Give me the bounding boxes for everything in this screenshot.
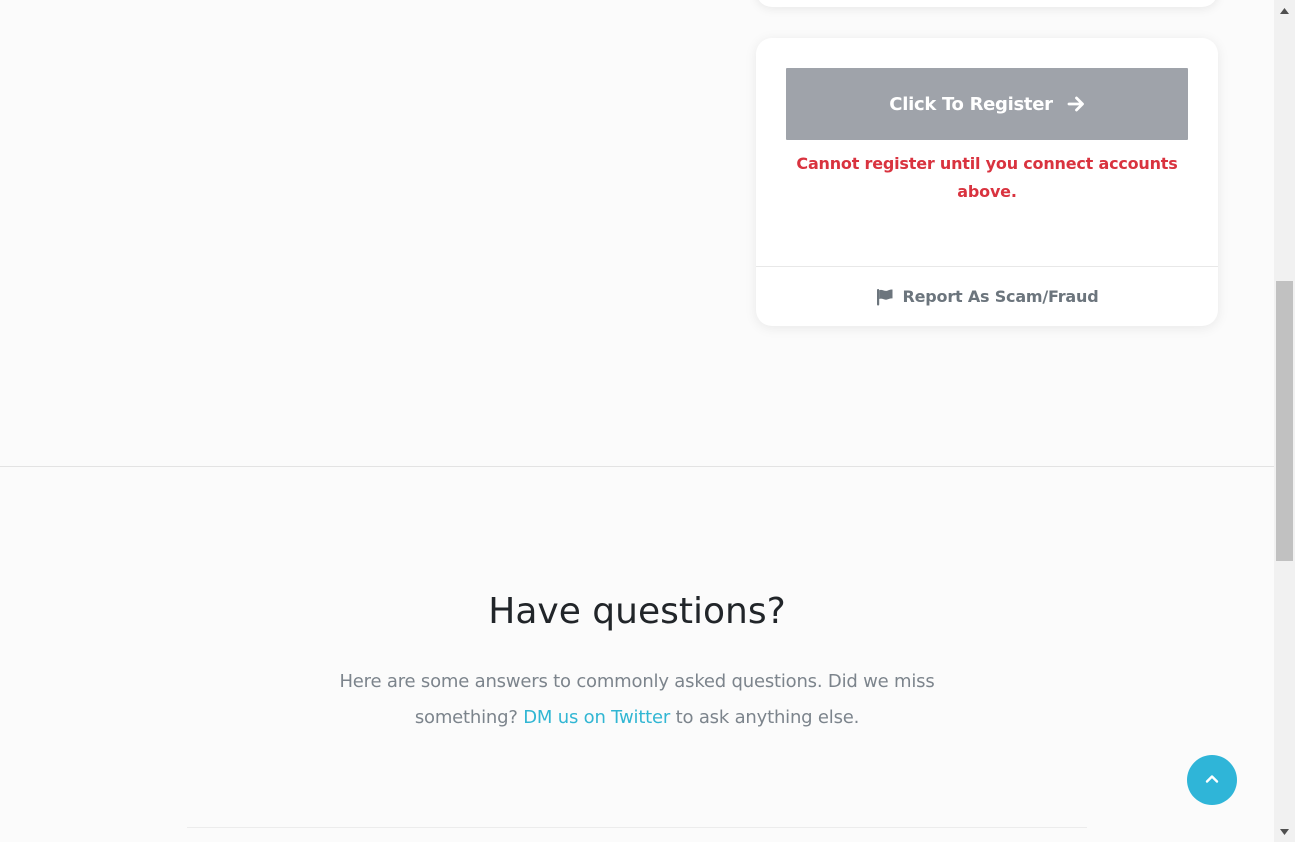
report-label: Report As Scam/Fraud	[902, 287, 1099, 306]
faq-subtitle: Here are some answers to commonly asked …	[320, 664, 954, 736]
arrow-right-icon	[1067, 95, 1085, 113]
report-scam-link[interactable]: Report As Scam/Fraud	[756, 267, 1218, 326]
back-to-top-button[interactable]	[1187, 755, 1237, 805]
scroll-up-arrow-icon[interactable]	[1274, 0, 1295, 21]
register-card: Click To Register Cannot register until …	[756, 38, 1218, 326]
page-content: Click To Register Cannot register until …	[0, 0, 1274, 842]
scrollbar-thumb[interactable]	[1276, 281, 1293, 561]
vertical-scrollbar[interactable]	[1274, 0, 1295, 842]
chevron-up-icon	[1204, 771, 1220, 790]
register-button[interactable]: Click To Register	[786, 68, 1188, 140]
browser-viewport: Click To Register Cannot register until …	[0, 0, 1295, 842]
register-button-label: Click To Register	[889, 93, 1053, 115]
faq-title: Have questions?	[488, 591, 786, 632]
flag-icon	[876, 288, 894, 306]
scroll-down-arrow-icon[interactable]	[1274, 821, 1295, 842]
register-error-message: Cannot register until you connect accoun…	[796, 154, 1178, 201]
faq-list-divider	[187, 827, 1087, 828]
previous-card	[756, 0, 1218, 7]
section-divider	[0, 466, 1274, 467]
twitter-dm-link[interactable]: DM us on Twitter	[523, 707, 670, 728]
faq-subtitle-tail: to ask anything else.	[675, 707, 860, 728]
